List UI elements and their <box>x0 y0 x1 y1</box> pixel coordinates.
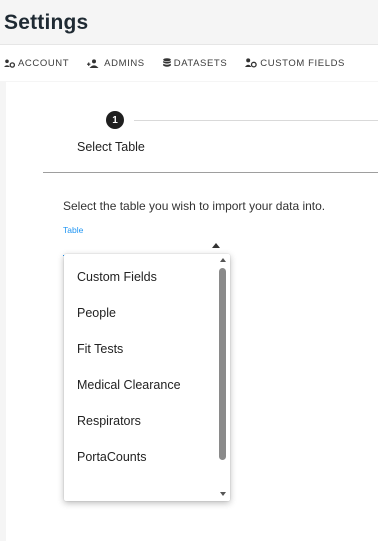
menu-option-people[interactable]: People <box>64 295 214 331</box>
menu-option-custom-fields[interactable]: Custom Fields <box>64 259 214 295</box>
table-select-label: Table <box>63 225 84 235</box>
account-cog-icon <box>4 59 15 68</box>
page: Settings ACCOUNT ADMINS DATASETS CUSTOM … <box>0 0 378 541</box>
scroll-down-arrow-icon[interactable] <box>220 492 226 496</box>
tab-account-label: ACCOUNT <box>18 57 70 69</box>
page-title: Settings <box>4 11 89 34</box>
menu-scrollbar[interactable] <box>216 254 230 501</box>
step-divider <box>43 172 378 173</box>
tab-custom-fields-label: CUSTOM FIELDS <box>260 57 345 69</box>
stepper: 1 Select Table <box>6 82 378 172</box>
step-number-badge[interactable]: 1 <box>106 111 124 129</box>
tab-custom-fields[interactable]: CUSTOM FIELDS <box>240 45 345 81</box>
table-select[interactable] <box>63 235 223 256</box>
table-options-menu: Custom Fields People Fit Tests Medical C… <box>64 254 230 501</box>
database-icon <box>162 58 171 67</box>
settings-tabs: ACCOUNT ADMINS DATASETS CUSTOM FIELDS <box>0 44 378 81</box>
tab-admins[interactable]: ADMINS <box>82 45 145 81</box>
step-connector <box>134 120 378 121</box>
import-instruction: Select the table you wish to import your… <box>63 199 326 213</box>
chevron-up-icon <box>212 243 220 248</box>
custom-fields-icon <box>245 58 258 68</box>
scroll-up-arrow-icon[interactable] <box>220 258 226 262</box>
admins-icon <box>87 58 99 68</box>
tab-datasets-label: DATASETS <box>173 57 228 69</box>
scrollbar-thumb[interactable] <box>219 268 226 460</box>
step-label[interactable]: Select Table <box>77 140 145 154</box>
tab-account[interactable]: ACCOUNT <box>0 45 69 81</box>
menu-option-medical-clearance[interactable]: Medical Clearance <box>64 367 214 403</box>
import-panel: 1 Select Table Select the table you wish… <box>6 82 378 541</box>
menu-option-respirators[interactable]: Respirators <box>64 403 214 439</box>
tab-datasets[interactable]: DATASETS <box>158 45 228 81</box>
menu-option-portacounts[interactable]: PortaCounts <box>64 439 214 475</box>
tab-admins-label: ADMINS <box>104 57 145 69</box>
menu-option-fit-tests[interactable]: Fit Tests <box>64 331 214 367</box>
